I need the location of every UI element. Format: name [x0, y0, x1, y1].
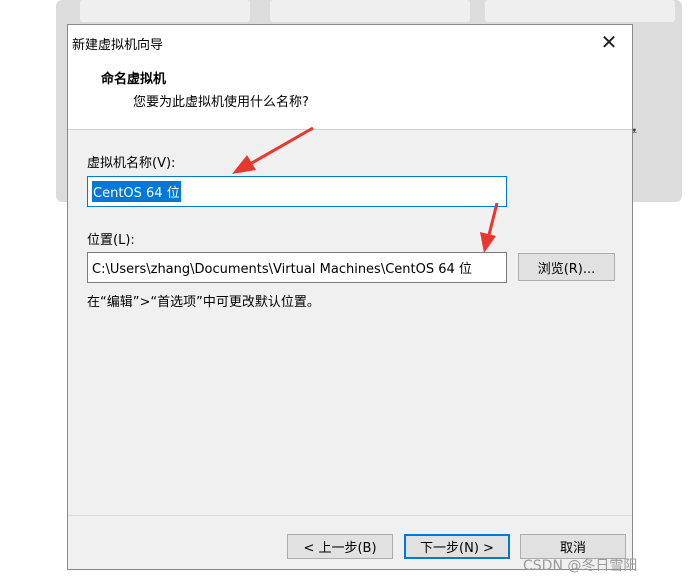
arrow-to-location-field [480, 202, 499, 253]
annotation-arrows [232, 126, 499, 253]
arrow-to-name-field [232, 126, 314, 174]
watermark: CSDN @冬日雪阳 [523, 558, 638, 574]
